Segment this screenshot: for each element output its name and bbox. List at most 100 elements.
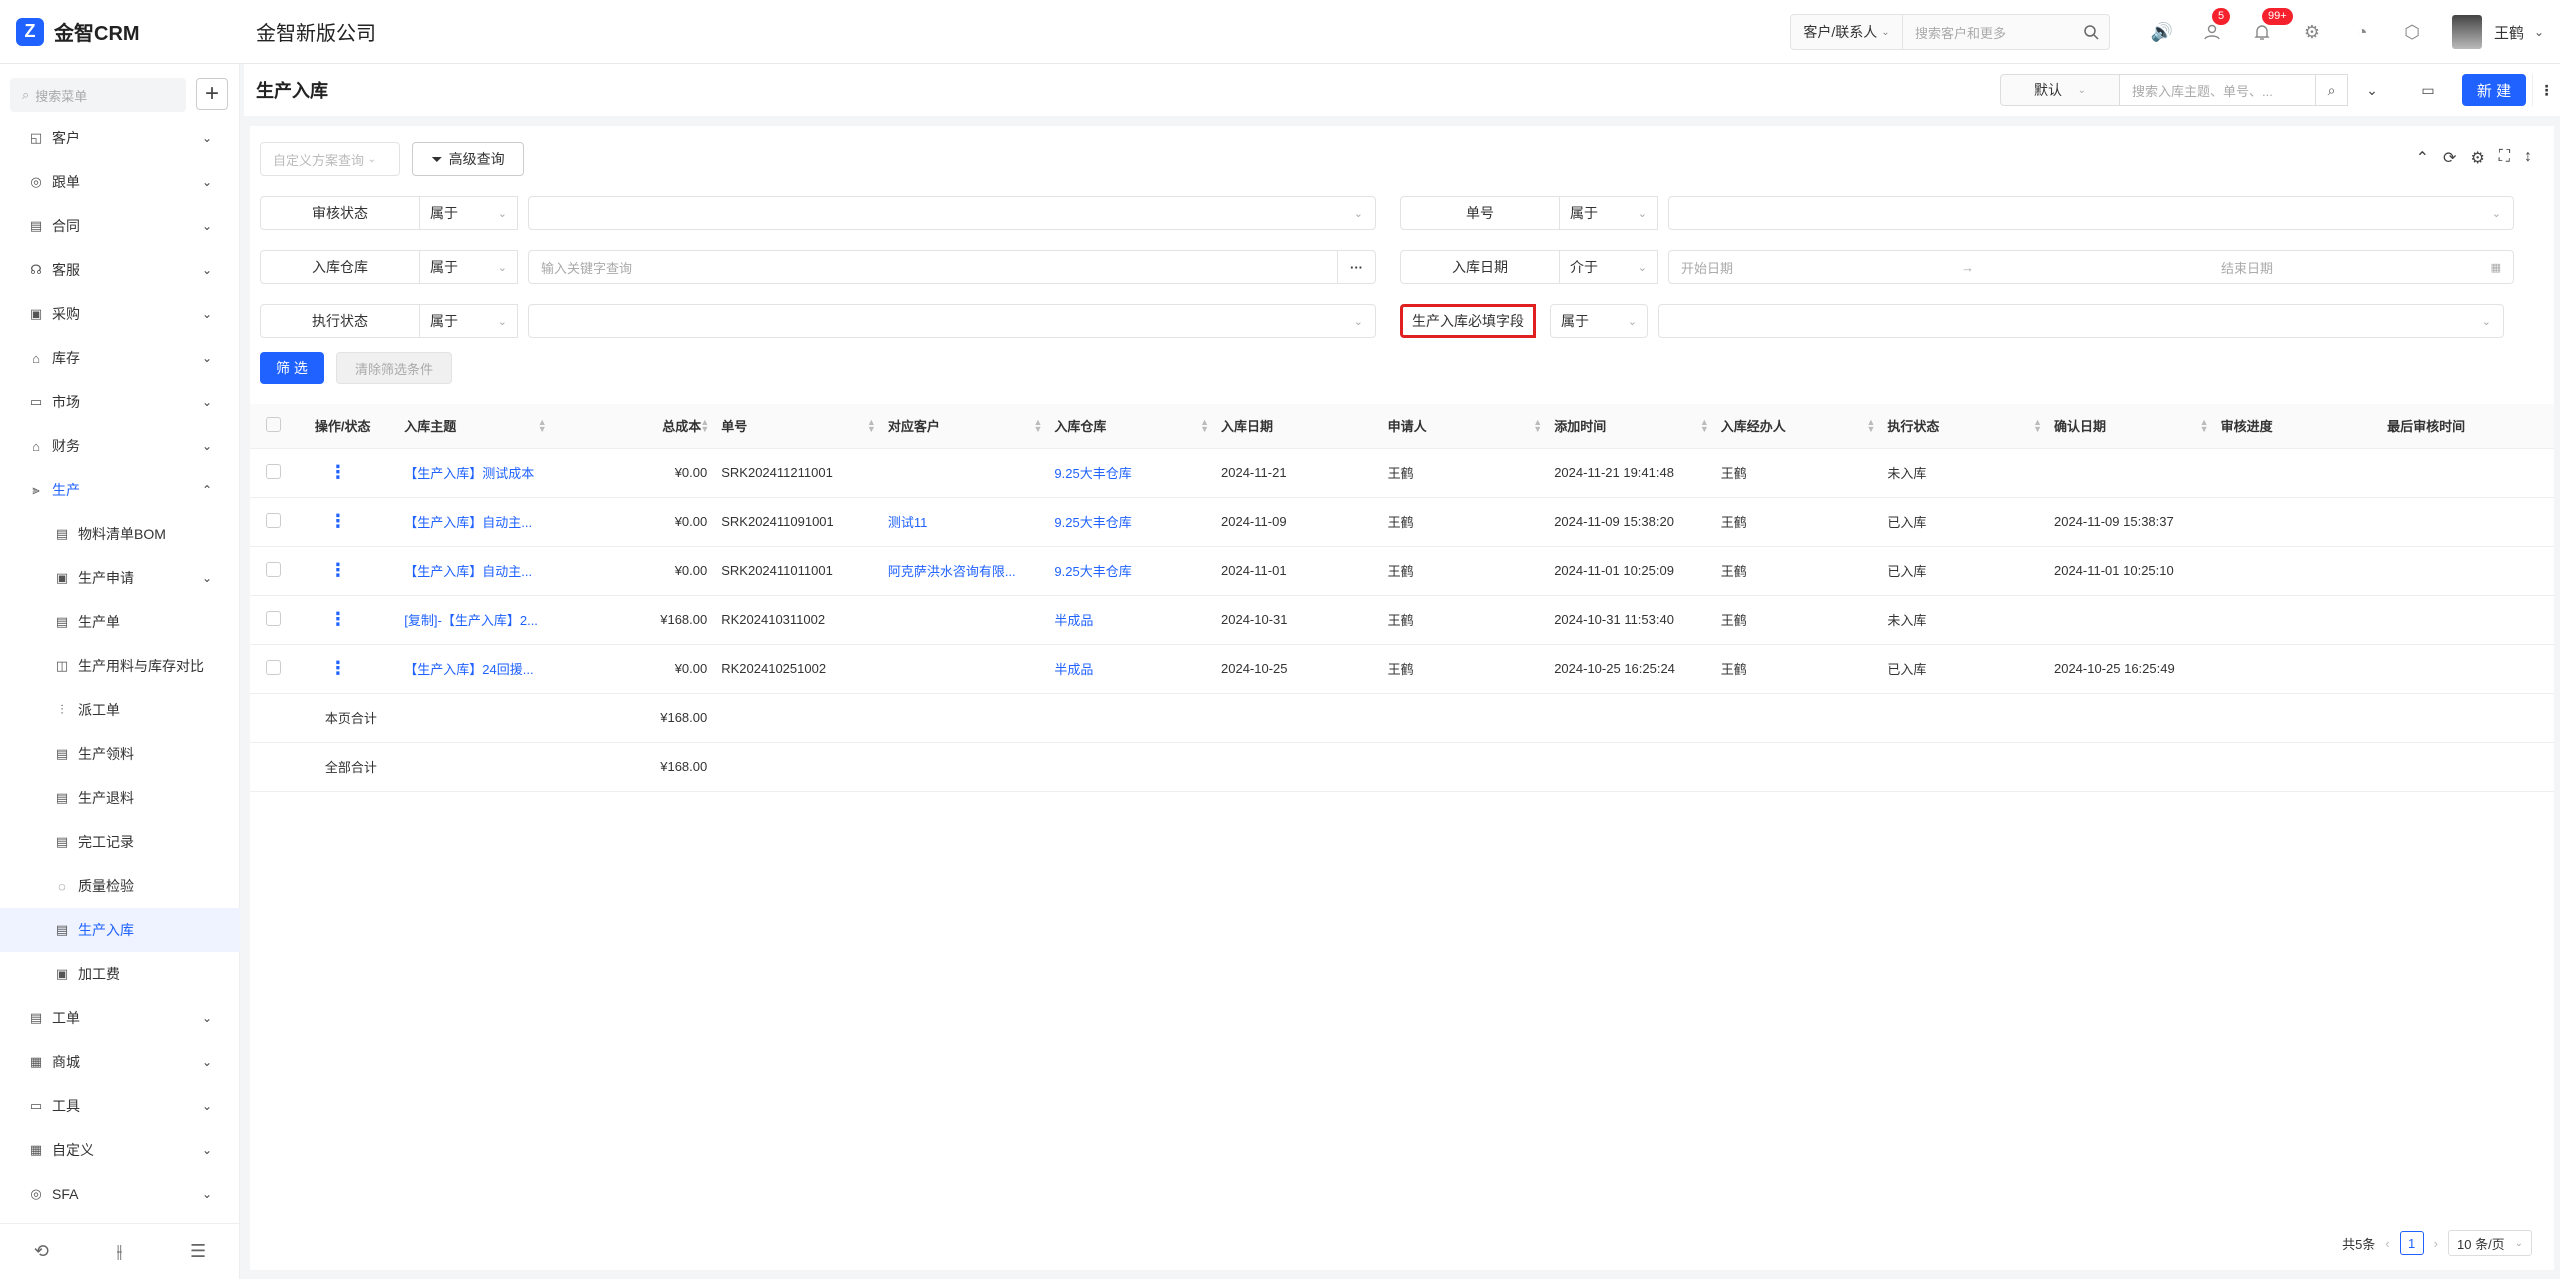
filter-operator-select[interactable]: 属于 ⌄: [420, 250, 518, 284]
sort-icon[interactable]: ▲ ▼: [2200, 418, 2209, 434]
warehouse-cell[interactable]: 半成品: [1048, 595, 1216, 645]
sidebar-item-bottom-2[interactable]: ▭ 工具 ⌄: [0, 1084, 240, 1128]
filter-settings-icon[interactable]: ⫲: [117, 1241, 123, 1262]
row-checkbox[interactable]: [266, 512, 281, 528]
subject-cell[interactable]: [复制]-【生产入库】2...: [398, 595, 553, 645]
sidebar-item-bottom-0[interactable]: ▤ 工单 ⌄: [0, 996, 240, 1040]
sidebar-item-bottom-1[interactable]: ▦ 商城 ⌄: [0, 1040, 240, 1084]
export-icon[interactable]: ▭: [2412, 74, 2444, 106]
search-scope-select[interactable]: 客户/联系人 ⌄: [1791, 15, 1903, 49]
select-all-checkbox[interactable]: [266, 416, 281, 432]
filter-button[interactable]: 筛 选: [260, 352, 324, 384]
sidebar-item-7[interactable]: ⌂ 财务 ⌄: [0, 424, 240, 468]
sidebar-item-3[interactable]: ☊ 客服 ⌄: [0, 248, 240, 292]
sort-icon[interactable]: ▲ ▼: [2033, 418, 2042, 434]
view-select[interactable]: 默认 ⌄: [2000, 74, 2120, 106]
table-row[interactable]: ⋮ 【生产入库】自动主... ¥0.00 SRK202411011001 阿克萨洪水咨询…: [250, 546, 2554, 596]
column-header[interactable]: 申请人 ▲ ▼: [1381, 404, 1549, 449]
sort-icon[interactable]: ▲ ▼: [1533, 418, 1542, 434]
clear-filter-button[interactable]: 清除筛选条件: [336, 352, 452, 384]
user-menu[interactable]: 王鹤 ⌄: [2452, 14, 2544, 50]
warehouse-cell[interactable]: 9.25大丰仓库: [1048, 497, 1216, 547]
sort-icon[interactable]: ▲ ▼: [867, 418, 876, 434]
sidebar-subitem-4[interactable]: ⫶ 派工单: [0, 688, 240, 732]
subject-cell[interactable]: 【生产入库】自动主...: [398, 497, 553, 547]
row-actions-icon[interactable]: ⋮: [329, 462, 347, 482]
sort-icon[interactable]: ▲ ▼: [538, 418, 547, 434]
column-header[interactable]: 入库经办人 ▲ ▼: [1714, 404, 1882, 449]
row-checkbox[interactable]: [266, 659, 281, 675]
filter-value-select[interactable]: ⌄: [1658, 304, 2504, 338]
sidebar-subitem-1[interactable]: ▣ 生产申请 ⌄: [0, 556, 240, 600]
sidebar-subitem-6[interactable]: ▤ 生产退料: [0, 776, 240, 820]
warehouse-cell[interactable]: 9.25大丰仓库: [1048, 546, 1216, 596]
custom-query-select[interactable]: 自定义方案查询 ⌄: [260, 142, 400, 176]
sidebar-subitem-0[interactable]: ▤ 物料清单BOM: [0, 512, 240, 556]
sidebar-subitem-8[interactable]: ◌ 质量检验: [0, 864, 240, 908]
column-header[interactable]: 入库日期: [1215, 404, 1382, 449]
column-header[interactable]: 对应客户 ▲ ▼: [881, 404, 1049, 449]
filter-operator-select[interactable]: 介于 ⌄: [1560, 250, 1658, 284]
row-actions-icon[interactable]: ⋮: [329, 511, 347, 531]
filter-operator-select[interactable]: 属于 ⌄: [420, 196, 518, 230]
contacts-icon[interactable]: 5: [2200, 8, 2231, 44]
filter-operator-select[interactable]: 属于 ⌄: [420, 304, 518, 338]
table-row[interactable]: ⋮ 【生产入库】24回援... ¥0.00 RK202410251002 半成品 2024…: [250, 644, 2554, 694]
page-size-select[interactable]: 10 条/页 ⌄: [2448, 1230, 2532, 1256]
table-row[interactable]: ⋮ 【生产入库】自动主... ¥0.00 SRK202411091001 测试11 9.2…: [250, 497, 2554, 547]
app-logo[interactable]: Z 金智CRM: [16, 17, 256, 46]
gear-icon[interactable]: ⚙: [2300, 20, 2324, 44]
subject-cell[interactable]: 【生产入库】自动主...: [398, 546, 553, 596]
filter-value-select[interactable]: ⌄: [528, 196, 1376, 230]
row-actions-icon[interactable]: ⋮: [329, 560, 347, 580]
sort-icon[interactable]: ▲ ▼: [700, 418, 709, 434]
filter-value-select[interactable]: ⌄: [1668, 196, 2514, 230]
filter-value-select[interactable]: ⌄: [528, 304, 1376, 338]
menu-search-input[interactable]: ⌕ 搜索菜单: [10, 78, 186, 112]
sidebar-item-bottom-3[interactable]: ▦ 自定义 ⌄: [0, 1128, 240, 1172]
customer-cell[interactable]: 测试11: [881, 497, 1049, 547]
collapse-up-icon[interactable]: ⌃: [2416, 148, 2429, 168]
announcement-icon[interactable]: 🔊: [2150, 20, 2174, 44]
search-icon[interactable]: [2073, 24, 2109, 40]
collapse-menu-icon[interactable]: ☰: [190, 1241, 206, 1262]
company-name[interactable]: 金智新版公司: [256, 17, 376, 46]
sort-icon[interactable]: ▲ ▼: [1034, 418, 1043, 434]
date-range-picker[interactable]: 开始日期 → 结束日期 ▦: [1668, 250, 2514, 284]
sidebar-item-5[interactable]: ⌂ 库存 ⌄: [0, 336, 240, 380]
sort-icon[interactable]: ▲ ▼: [1200, 418, 1209, 434]
settings-icon[interactable]: ⚙: [2470, 148, 2484, 168]
sidebar-subitem-3[interactable]: ◫ 生产用料与库存对比: [0, 644, 240, 688]
customer-cell[interactable]: 阿克萨洪水咨询有限...: [881, 546, 1049, 596]
bell-icon[interactable]: 99+: [2250, 8, 2293, 44]
row-actions-icon[interactable]: ⋮: [329, 609, 347, 629]
list-search-input[interactable]: 搜索入库主题、单号、...: [2120, 74, 2316, 106]
warehouse-keyword-input[interactable]: 输入关键字查询 ···: [528, 250, 1376, 284]
filter-operator-select[interactable]: 属于 ⌄: [1560, 196, 1658, 230]
sidebar-subitem-5[interactable]: ▤ 生产领料: [0, 732, 240, 776]
more-dots-icon[interactable]: ···: [1337, 251, 1375, 283]
column-header[interactable]: 添加时间 ▲ ▼: [1548, 404, 1715, 449]
sidebar-subitem-9[interactable]: ▤ 生产入库: [0, 908, 240, 952]
column-header[interactable]: 最后审核时间: [2381, 404, 2554, 449]
table-row[interactable]: ⋮ [复制]-【生产入库】2... ¥168.00 RK202410311002 半成品…: [250, 595, 2554, 645]
next-page-icon[interactable]: ›: [2434, 1236, 2438, 1251]
sidebar-item-bottom-4[interactable]: ◎ SFA ⌄: [0, 1172, 240, 1216]
add-menu-button[interactable]: +: [196, 78, 228, 110]
sidebar-item-2[interactable]: ▤ 合同 ⌄: [0, 204, 240, 248]
column-header[interactable]: 操作/状态: [308, 404, 399, 449]
refresh-icon[interactable]: ⟳: [2443, 148, 2456, 168]
sidebar-item-4[interactable]: ▣ 采购 ⌄: [0, 292, 240, 336]
subject-cell[interactable]: 【生产入库】24回援...: [398, 644, 553, 694]
prev-page-icon[interactable]: ‹: [2385, 1236, 2389, 1251]
column-header[interactable]: 入库仓库 ▲ ▼: [1048, 404, 1216, 449]
column-header[interactable]: 审核进度: [2214, 404, 2382, 449]
new-button[interactable]: 新 建: [2462, 74, 2526, 106]
column-header[interactable]: 确认日期 ▲ ▼: [2047, 404, 2215, 449]
subject-cell[interactable]: 【生产入库】测试成本: [398, 448, 553, 498]
history-icon[interactable]: ⟲: [34, 1241, 49, 1262]
sidebar-item-6[interactable]: ▭ 市场 ⌄: [0, 380, 240, 424]
sort-icon[interactable]: ▲ ▼: [1700, 418, 1709, 434]
dashboard-icon[interactable]: ◔: [2350, 20, 2374, 44]
warehouse-cell[interactable]: 9.25大丰仓库: [1048, 448, 1216, 498]
